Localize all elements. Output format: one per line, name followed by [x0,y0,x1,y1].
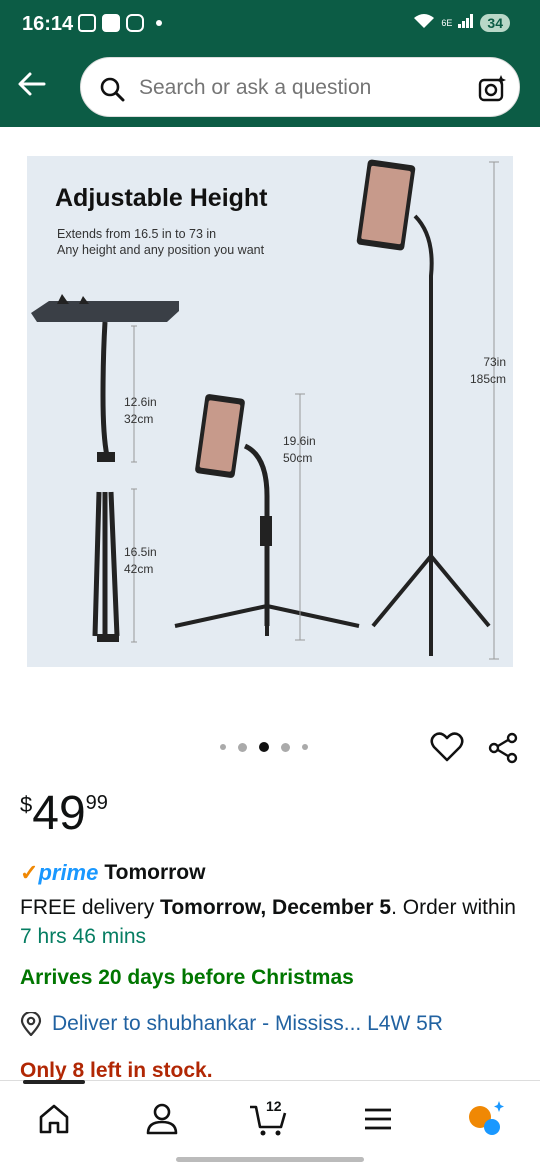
menu-icon[interactable] [358,1099,398,1139]
deliver-to-link[interactable]: Deliver to shubhankar - Mississ... L4W 5… [20,1012,443,1036]
delivery-date: Tomorrow, December 5 [160,896,392,919]
measurement-19-6-in: 19.6in [283,434,316,448]
active-tab-indicator [23,1080,85,1084]
status-time: 16:14 [22,13,74,35]
search-icon [100,77,125,102]
app-header [0,50,540,127]
price-fraction: 99 [85,792,108,814]
rufus-assistant-icon[interactable] [466,1099,506,1139]
carousel-dot-active[interactable] [259,742,269,752]
account-icon[interactable] [142,1099,182,1139]
measurement-19-6: 19.6in 50cm [283,433,316,467]
carousel-dot[interactable] [302,744,308,750]
share-icon[interactable] [487,732,519,764]
delivery-prefix: FREE delivery [20,896,161,919]
instagram-icon [126,14,144,32]
tablet-stand-illustration [31,159,499,660]
measurement-12-6: 12.6in 32cm [124,394,157,428]
deliver-to-text[interactable]: Deliver to shubhankar - Mississ... L4W 5… [52,1012,443,1036]
status-bar: 16:14 6E 34 [0,0,540,50]
delivery-countdown: 7 hrs 46 mins [20,925,147,948]
measurement-19-6-cm: 50cm [283,451,313,465]
prime-check-icon: ✓ [20,860,39,885]
wifi-icon [413,13,435,32]
measurement-73: 73in 185cm [466,354,506,388]
more-notifications-icon [156,20,162,26]
screenshot-icon [78,14,96,32]
prime-delivery-badge: ✓ prime Tomorrow [20,860,205,886]
notification-icons [78,14,162,32]
network-label: 6E [441,17,453,28]
system-home-indicator[interactable] [176,1157,364,1162]
carousel-dot[interactable] [238,742,247,752]
back-arrow-icon [18,72,46,96]
camera-search-icon[interactable] [477,74,507,104]
measurement-73-in: 73in [483,355,506,369]
status-right: 6E 34 [413,13,510,32]
search-bar[interactable] [80,57,520,118]
measurement-12-6-cm: 32cm [124,412,154,426]
back-button[interactable] [16,68,50,102]
carousel-dot[interactable] [281,742,290,752]
delivery-middle: . Order within [391,896,516,919]
measurement-73-cm: 185cm [469,372,506,386]
battery-indicator: 34 [480,13,510,32]
arrives-before-christmas: Arrives 20 days before Christmas [20,966,354,989]
image-carousel-dots[interactable] [220,742,308,752]
location-pin-icon [20,1012,42,1036]
price: $ 49 99 [20,786,108,842]
signal-icon [458,14,474,31]
carousel-dot[interactable] [220,744,226,750]
price-currency: $ [20,792,33,817]
measurement-16-5-cm: 42cm [124,562,154,576]
home-icon[interactable] [34,1099,74,1139]
wishlist-heart-icon[interactable] [430,730,464,764]
price-whole: 49 [32,787,86,840]
amazon-notification-icon [102,14,120,32]
search-input[interactable] [139,58,459,118]
measurement-16-5-in: 16.5in [124,545,157,559]
prime-logo: prime [38,860,99,885]
delivery-info: FREE delivery Tomorrow, December 5. Orde… [20,893,520,951]
measurement-16-5: 16.5in 42cm [124,544,157,578]
prime-delivery-day: Tomorrow [104,861,206,884]
cart-count: 12 [266,1098,282,1114]
measurement-12-6-in: 12.6in [124,395,157,409]
product-image[interactable]: Adjustable Height Extends from 16.5 in t… [27,156,513,667]
